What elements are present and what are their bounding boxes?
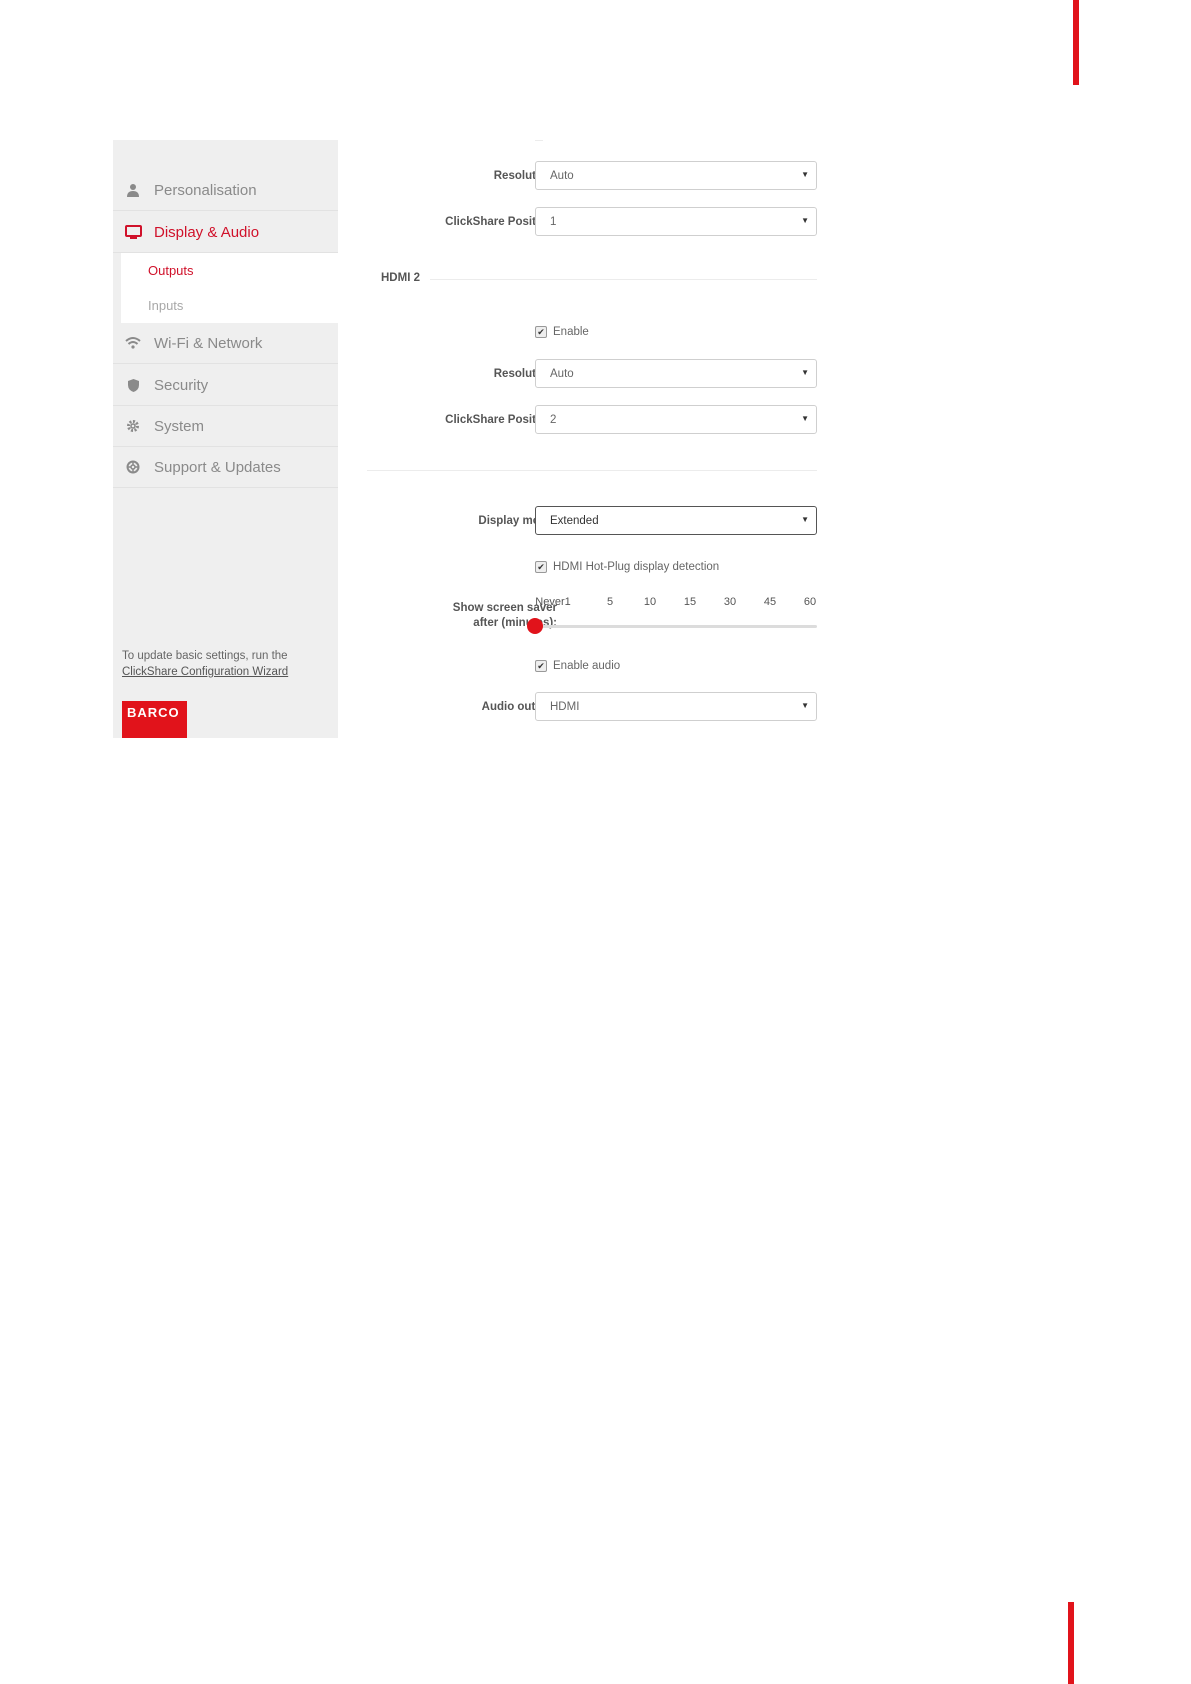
sidebar-subitem-inputs[interactable]: Inputs bbox=[148, 298, 183, 313]
sidebar-item-support-updates[interactable]: Support & Updates bbox=[113, 447, 338, 488]
sidebar-item-personalisation[interactable]: Personalisation bbox=[113, 170, 338, 211]
tick-label: 5 bbox=[606, 596, 614, 608]
display-mode-select[interactable]: Extended ▼ bbox=[535, 506, 817, 535]
settings-screenshot: Personalisation Display & Audio Outputs … bbox=[113, 140, 863, 738]
hdmi1-position-select[interactable]: 1 ▼ bbox=[535, 207, 817, 236]
sidebar-item-display-audio[interactable]: Display & Audio bbox=[113, 212, 338, 253]
sidebar-item-label: Wi-Fi & Network bbox=[154, 334, 263, 352]
checkmark-icon: ✔ bbox=[535, 660, 547, 672]
screensaver-slider-handle[interactable] bbox=[527, 618, 543, 634]
sidebar-item-security[interactable]: Security bbox=[113, 365, 338, 406]
chevron-down-icon: ▼ bbox=[801, 701, 809, 710]
chevron-down-icon: ▼ bbox=[801, 515, 809, 524]
sidebar-item-label: Security bbox=[154, 376, 209, 394]
sidebar-item-label: Support & Updates bbox=[154, 458, 281, 476]
divider bbox=[430, 279, 817, 280]
sidebar-item-label: System bbox=[154, 417, 205, 435]
tick-label: 45 bbox=[763, 596, 777, 608]
tick-label: 60 bbox=[803, 596, 817, 608]
hdmi2-resolution-select[interactable]: Auto ▼ bbox=[535, 359, 817, 388]
tick-label: Never1 bbox=[535, 596, 571, 608]
sidebar-subitem-outputs[interactable]: Outputs bbox=[148, 263, 194, 278]
chevron-down-icon: ▼ bbox=[801, 216, 809, 225]
sidebar-submenu: Outputs Inputs bbox=[121, 253, 338, 323]
tick-label: 30 bbox=[723, 596, 737, 608]
monitor-icon bbox=[124, 223, 142, 241]
chevron-down-icon: ▼ bbox=[801, 170, 809, 179]
sidebar-item-label: Personalisation bbox=[154, 181, 257, 199]
sidebar-item-label: Display & Audio bbox=[154, 223, 260, 241]
configuration-wizard-link[interactable]: ClickShare Configuration Wizard bbox=[122, 664, 288, 680]
enable-audio-checkbox[interactable]: ✔ Enable audio bbox=[535, 660, 620, 672]
hdmi2-position-select[interactable]: 2 ▼ bbox=[535, 405, 817, 434]
wizard-hint: To update basic settings, run the ClickS… bbox=[122, 648, 288, 680]
checkmark-icon: ✔ bbox=[535, 561, 547, 573]
hotplug-detection-checkbox[interactable]: ✔ HDMI Hot-Plug display detection bbox=[535, 561, 719, 573]
hdmi2-enable-checkbox[interactable]: ✔ Enable bbox=[535, 326, 589, 338]
sidebar-item-system[interactable]: System bbox=[113, 406, 338, 447]
page-accent-bar-top bbox=[1073, 0, 1079, 85]
screensaver-slider-track[interactable] bbox=[535, 625, 817, 628]
chevron-down-icon: ▼ bbox=[801, 368, 809, 377]
user-icon bbox=[124, 181, 142, 199]
divider bbox=[535, 140, 543, 141]
hdmi2-section-title: HDMI 2 bbox=[381, 272, 420, 284]
checkmark-icon: ✔ bbox=[535, 326, 547, 338]
lifebuoy-icon bbox=[124, 458, 142, 476]
gear-icon bbox=[124, 417, 142, 435]
wifi-icon bbox=[124, 334, 142, 352]
shield-icon bbox=[124, 376, 142, 394]
chevron-down-icon: ▼ bbox=[801, 414, 809, 423]
barco-logo: BARCO bbox=[122, 701, 187, 738]
sidebar-item-wifi-network[interactable]: Wi-Fi & Network bbox=[113, 323, 338, 364]
audio-output-select[interactable]: HDMI ▼ bbox=[535, 692, 817, 721]
tick-label: 15 bbox=[683, 596, 697, 608]
sidebar: Personalisation Display & Audio Outputs … bbox=[113, 140, 338, 738]
page-accent-bar-bottom bbox=[1068, 1602, 1074, 1684]
tick-label: 10 bbox=[643, 596, 657, 608]
outputs-settings-form: Resolution: Auto ▼ ClickShare Position: 1… bbox=[338, 140, 863, 738]
divider bbox=[367, 470, 817, 471]
hdmi1-resolution-select[interactable]: Auto ▼ bbox=[535, 161, 817, 190]
wizard-hint-text: To update basic settings, run the bbox=[122, 650, 288, 662]
screensaver-tick-labels: Never1 5 10 15 30 45 60 bbox=[535, 596, 820, 612]
